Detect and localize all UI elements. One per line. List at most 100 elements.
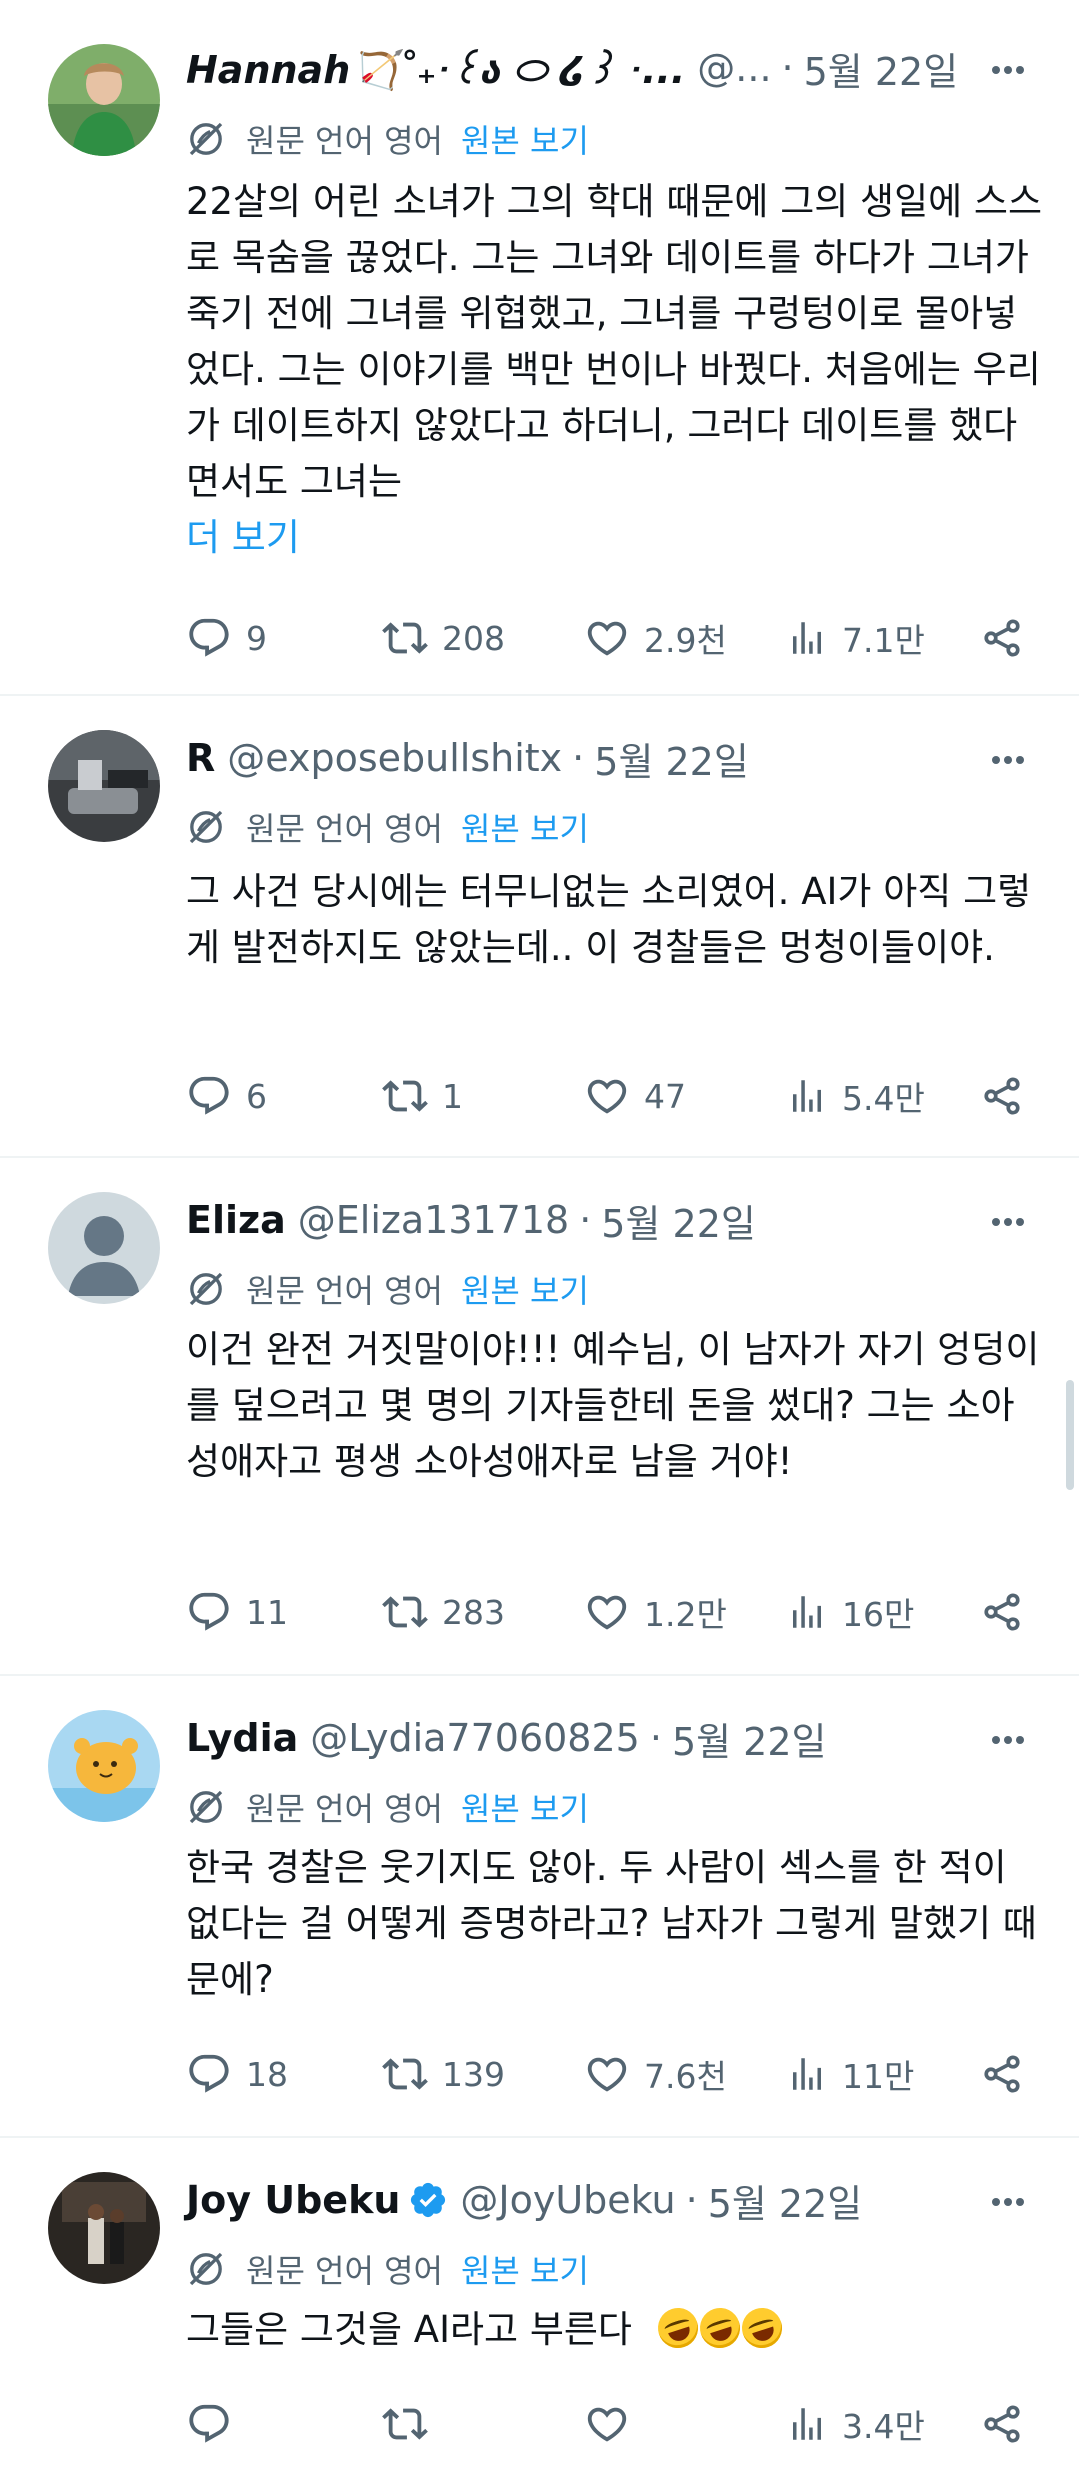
like-button[interactable]: [584, 2394, 644, 2454]
avatar[interactable]: [48, 2172, 160, 2284]
scrollbar-thumb[interactable]: [1066, 1380, 1074, 1490]
display-name[interactable]: Joy Ubeku: [186, 2178, 400, 2222]
like-button[interactable]: 1.2만: [584, 1582, 727, 1642]
translation-label: 원문 언어 영어: [246, 122, 443, 160]
views-button[interactable]: 7.1만: [786, 608, 925, 668]
more-button[interactable]: [978, 740, 1038, 780]
verified-icon: [408, 2180, 448, 2220]
reply-button[interactable]: 18: [186, 2044, 288, 2104]
more-icon: [990, 1216, 1026, 1228]
display-name[interactable]: R: [186, 736, 215, 780]
show-original-link[interactable]: 원본 보기: [461, 2246, 589, 2292]
like-count: 2.9천: [644, 621, 727, 660]
view-count: 3.4만: [842, 2407, 925, 2446]
share-button[interactable]: [980, 1582, 1038, 1642]
tweet-date[interactable]: 5월 22일: [672, 1711, 827, 1766]
user-handle[interactable]: @...: [697, 46, 771, 90]
more-button[interactable]: [978, 1720, 1038, 1760]
user-handle[interactable]: @exposebullshitx: [227, 736, 562, 780]
reply-button[interactable]: 6: [186, 1066, 267, 1126]
reply-button[interactable]: 11: [186, 1582, 288, 1642]
tweet-date[interactable]: 5월 22일: [804, 41, 959, 96]
show-original-link[interactable]: 원본 보기: [461, 1266, 589, 1312]
translate-icon: [186, 1269, 226, 1309]
views-button[interactable]: 5.4만: [786, 1066, 925, 1126]
tweet-date[interactable]: 5월 22일: [708, 2173, 863, 2228]
more-button[interactable]: [978, 2182, 1038, 2222]
views-icon: [786, 2053, 828, 2095]
share-button[interactable]: [980, 2394, 1038, 2454]
translate-icon: [186, 1787, 226, 1827]
tweet-text: 그 사건 당시에는 터무니없는 소리였어. AI가 아직 그렇게 발전하지도 않…: [186, 864, 1046, 976]
avatar[interactable]: [48, 1192, 160, 1304]
show-original-link[interactable]: 원본 보기: [461, 116, 589, 162]
like-button[interactable]: 7.6천: [584, 2044, 727, 2104]
reply-button[interactable]: [186, 2394, 246, 2454]
action-bar: 9 208 2.9천 7.1만: [186, 608, 1056, 668]
retweet-count: 139: [442, 2054, 505, 2094]
retweet-button[interactable]: 1: [382, 1066, 463, 1126]
tweet-date[interactable]: 5월 22일: [601, 1193, 756, 1248]
reply-icon: [186, 1073, 232, 1119]
like-button[interactable]: 2.9천: [584, 608, 727, 668]
view-count: 16만: [842, 1595, 915, 1634]
user-handle[interactable]: @Lydia77060825: [310, 1716, 640, 1760]
show-original-link[interactable]: 원본 보기: [461, 1784, 589, 1830]
like-icon: [584, 1589, 630, 1635]
like-count: 47: [644, 1076, 686, 1116]
user-handle[interactable]: @Eliza131718: [298, 1198, 569, 1242]
see-more-link[interactable]: 더 보기: [186, 510, 1046, 566]
tweet-header: Lydia @Lydia77060825 · 5월 22일: [186, 1708, 826, 1768]
like-icon: [584, 615, 630, 661]
share-button[interactable]: [980, 1066, 1038, 1126]
share-icon: [980, 1590, 1024, 1634]
user-handle[interactable]: @JoyUbeku: [460, 2178, 675, 2222]
retweet-button[interactable]: 283: [382, 1582, 505, 1642]
display-name[interactable]: Eliza: [186, 1198, 286, 1242]
retweet-button[interactable]: 208: [382, 608, 505, 668]
reply-button[interactable]: 9: [186, 608, 267, 668]
tweet-text-content: 그들은 그것을 AI라고 부른다: [186, 2308, 632, 2351]
display-name[interactable]: Lydia: [186, 1716, 298, 1760]
views-button[interactable]: 3.4만: [786, 2394, 925, 2454]
tweet-text-content: 22살의 어린 소녀가 그의 학대 때문에 그의 생일에 스스로 목숨을 끊었다…: [186, 180, 1043, 503]
reply-icon: [186, 615, 232, 661]
like-button[interactable]: 47: [584, 1066, 686, 1126]
translate-icon: [186, 2249, 226, 2289]
share-icon: [980, 1074, 1024, 1118]
translation-label: 원문 언어 영어: [246, 1790, 443, 1828]
avatar[interactable]: [48, 730, 160, 842]
translation-label: 원문 언어 영어: [246, 810, 443, 848]
avatar[interactable]: [48, 44, 160, 156]
display-name[interactable]: Hannah🏹˚₊‧꒰ა ⬭ ໒꒱ ‧...: [186, 43, 685, 93]
show-original-link[interactable]: 원본 보기: [461, 804, 589, 850]
share-button[interactable]: [980, 2044, 1038, 2104]
retweet-button[interactable]: 139: [382, 2044, 505, 2104]
retweet-icon: [382, 615, 428, 661]
share-button[interactable]: [980, 608, 1038, 668]
like-icon: [584, 2401, 630, 2447]
views-icon: [786, 617, 828, 659]
tweet-date[interactable]: 5월 22일: [594, 731, 749, 786]
tweet-header: R @exposebullshitx · 5월 22일: [186, 728, 749, 788]
separator-dot: ·: [685, 2178, 698, 2222]
retweet-icon: [382, 1589, 428, 1635]
tweet-header: Eliza @Eliza131718 · 5월 22일: [186, 1190, 756, 1250]
avatar[interactable]: [48, 1710, 160, 1822]
reply-count: 9: [246, 618, 267, 658]
retweet-button[interactable]: [382, 2394, 442, 2454]
tweet-divider: [0, 1674, 1079, 1676]
views-icon: [786, 1591, 828, 1633]
action-bar: 18 139 7.6천 11만: [186, 2044, 1056, 2104]
translation-notice: 원문 언어 영어 원본 보기: [186, 116, 589, 162]
tweet-divider: [0, 2136, 1079, 2138]
view-count: 11만: [842, 2057, 915, 2096]
translation-notice: 원문 언어 영어 원본 보기: [186, 2246, 589, 2292]
separator-dot: ·: [572, 736, 585, 780]
more-icon: [990, 2196, 1026, 2208]
more-button[interactable]: [978, 1202, 1038, 1242]
translate-icon: [186, 807, 226, 847]
more-button[interactable]: [978, 50, 1038, 90]
views-button[interactable]: 11만: [786, 2044, 914, 2104]
views-button[interactable]: 16만: [786, 1582, 914, 1642]
